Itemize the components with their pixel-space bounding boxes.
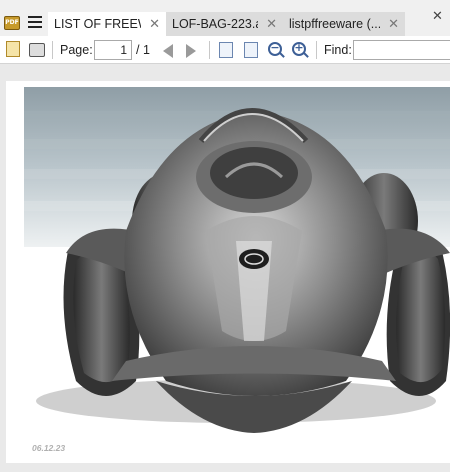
toolbar-divider xyxy=(52,41,53,59)
fit-width-icon[interactable] xyxy=(219,42,233,58)
tab-label: listpffreeware (... xyxy=(289,17,381,31)
previous-page-icon[interactable] xyxy=(163,44,173,58)
zoom-out-icon[interactable]: − xyxy=(268,41,282,56)
fit-page-icon[interactable] xyxy=(244,42,258,58)
page-label: Page: xyxy=(60,43,93,57)
document-date: 06.12.23 xyxy=(32,443,66,453)
tab-listpffreeware[interactable]: listpffreeware (... ✕ xyxy=(283,12,405,36)
page-number-input[interactable]: 1 xyxy=(94,40,132,60)
close-tab-icon[interactable]: ✕ xyxy=(388,17,399,32)
close-tab-icon[interactable]: ✕ xyxy=(266,17,277,32)
toolbar-divider xyxy=(209,41,210,59)
page-total: / 1 xyxy=(136,43,150,57)
open-file-icon[interactable] xyxy=(6,41,20,57)
tab-lof-bag[interactable]: LOF-BAG-223.ai ✕ xyxy=(166,12,283,36)
tab-list-of-freeware[interactable]: LIST OF FREEW... ✕ xyxy=(48,12,166,36)
concept-car-illustration xyxy=(24,87,450,433)
document-viewport[interactable]: 06.12.23 xyxy=(0,65,450,472)
hamburger-menu-icon[interactable] xyxy=(28,16,42,28)
print-icon[interactable] xyxy=(29,43,45,57)
find-input[interactable] xyxy=(353,40,450,60)
close-window-icon[interactable]: ✕ xyxy=(432,9,443,24)
tab-label: LOF-BAG-223.ai xyxy=(172,17,259,31)
tab-bar: PDF LIST OF FREEW... ✕ LOF-BAG-223.ai ✕ … xyxy=(0,0,450,36)
next-page-icon[interactable] xyxy=(186,44,196,58)
tab-label: LIST OF FREEW... xyxy=(54,17,141,31)
find-label: Find: xyxy=(324,43,352,57)
zoom-in-icon[interactable]: + xyxy=(292,41,306,56)
toolbar: Page: 1 / 1 − + Find: xyxy=(0,36,450,64)
pdf-app-icon[interactable]: PDF xyxy=(4,16,20,30)
toolbar-divider xyxy=(316,41,317,59)
document-page: 06.12.23 xyxy=(6,81,450,463)
close-tab-icon[interactable]: ✕ xyxy=(149,17,160,32)
